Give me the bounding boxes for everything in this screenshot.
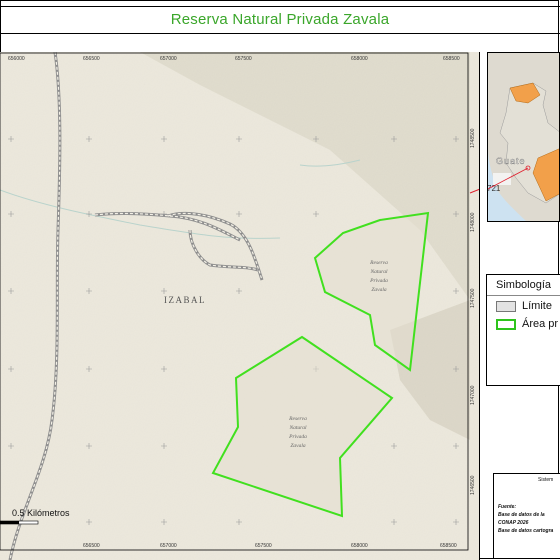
- svg-text:657500: 657500: [255, 543, 272, 549]
- legend-swatch-limite: [496, 301, 516, 312]
- legend-label-area: Área pr: [522, 318, 559, 330]
- legend-swatch-area: [496, 319, 516, 330]
- svg-text:Zavala: Zavala: [371, 287, 387, 293]
- locator-inset[interactable]: Guate 721: [487, 52, 560, 222]
- legend-label-limite: Límite: [522, 300, 552, 312]
- svg-text:1748500: 1748500: [470, 128, 476, 148]
- source-sistema: Sistem: [538, 477, 554, 483]
- svg-text:Natural: Natural: [288, 425, 307, 431]
- region-label: IZABAL: [164, 295, 206, 305]
- svg-text:656500: 656500: [83, 543, 100, 549]
- legend-title: Simbología: [496, 279, 552, 291]
- source-fuente-label: Fuente:: [498, 504, 517, 510]
- svg-text:1747500: 1747500: [470, 288, 476, 308]
- main-map-canvas: IZABAL Reserva Natural Privada Zavala Re…: [0, 52, 479, 560]
- scale-bar: [0, 520, 39, 525]
- map-title: Reserva Natural Privada Zavala: [170, 11, 390, 28]
- svg-text:Natural: Natural: [369, 269, 388, 275]
- legend: Simbología Límite Área pr: [486, 274, 560, 386]
- main-map[interactable]: IZABAL Reserva Natural Privada Zavala Re…: [0, 52, 480, 560]
- title-bar: Reserva Natural Privada Zavala: [0, 6, 560, 34]
- inset-canvas: Guate 721: [488, 53, 559, 221]
- source-line-2: CONAP 2026: [498, 520, 529, 526]
- svg-text:1747000: 1747000: [470, 385, 476, 405]
- svg-text:658500: 658500: [440, 543, 457, 549]
- svg-text:Reserva: Reserva: [369, 260, 388, 266]
- svg-text:Reserva: Reserva: [288, 416, 307, 422]
- source-line-3: Base de datos cartogra: [498, 528, 554, 534]
- svg-text:656500: 656500: [83, 56, 100, 62]
- svg-text:Privada: Privada: [288, 434, 307, 440]
- svg-text:Zavala: Zavala: [290, 443, 306, 449]
- svg-text:1746500: 1746500: [470, 475, 476, 495]
- svg-text:657500: 657500: [235, 56, 252, 62]
- svg-text:657000: 657000: [160, 56, 177, 62]
- source-box: Sistem Fuente: Base de datos de la CONAP…: [493, 473, 560, 559]
- svg-text:Privada: Privada: [369, 278, 388, 284]
- svg-text:658000: 658000: [351, 56, 368, 62]
- source-line-1: Base de datos de la: [498, 512, 545, 518]
- svg-text:656000: 656000: [8, 56, 25, 62]
- svg-text:658500: 658500: [443, 56, 460, 62]
- inset-country-label: Guate: [496, 156, 526, 166]
- scale-label: 0.5 Kilómetros: [12, 508, 70, 518]
- svg-text:657000: 657000: [160, 543, 177, 549]
- svg-text:1748000: 1748000: [470, 212, 476, 232]
- svg-text:658000: 658000: [351, 543, 368, 549]
- legend-divider: [487, 295, 560, 296]
